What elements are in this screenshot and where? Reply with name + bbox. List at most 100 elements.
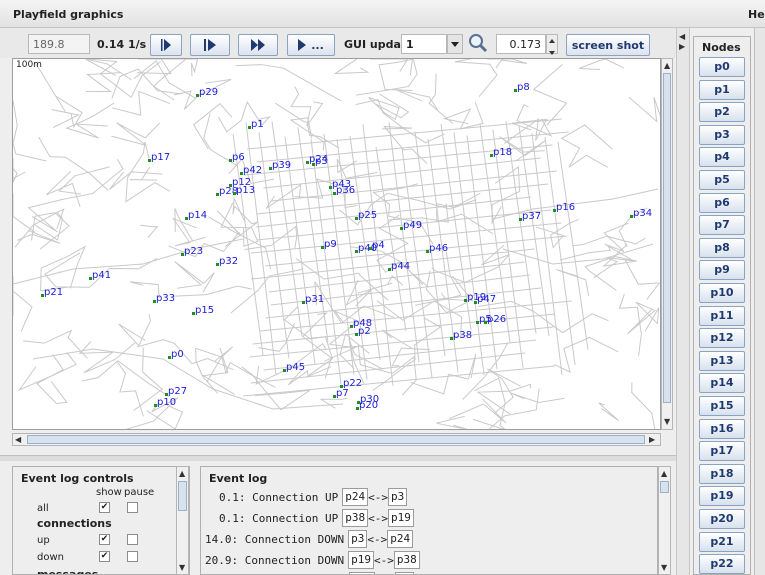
collapse-left-icon[interactable]: ◀	[679, 32, 685, 42]
node-button-p13[interactable]: p13	[699, 350, 745, 371]
log-scroll-thumb[interactable]	[660, 481, 669, 493]
node-label[interactable]: p47	[477, 294, 496, 305]
node-label[interactable]: p4	[372, 240, 385, 251]
scroll-up-icon[interactable]: ▲	[664, 61, 670, 71]
event-log-node-b[interactable]: p19	[387, 509, 414, 527]
node-label[interactable]: p25	[358, 210, 377, 221]
gui-update-dropdown[interactable]	[447, 34, 463, 54]
show-down-checkbox[interactable]: ✔	[99, 551, 110, 562]
node-label[interactable]: p16	[556, 202, 575, 213]
node-label[interactable]: p2	[358, 326, 371, 337]
node-button-p21[interactable]: p21	[699, 531, 745, 552]
scroll-down-icon[interactable]: ▼	[179, 563, 185, 573]
node-button-p19[interactable]: p19	[699, 486, 745, 507]
playfield-map[interactable]: 100m p29 p8 p1 p17 p6 p42 p39 p24 p3 p18 p12 p28 p13…	[12, 58, 661, 430]
node-button-p12[interactable]: p12	[699, 328, 745, 349]
event-log-node-b[interactable]: p24	[387, 530, 414, 548]
scroll-up-icon[interactable]: ▲	[179, 469, 185, 479]
play-button[interactable]	[150, 34, 182, 56]
map-horizontal-scrollbar[interactable]: ◀ ▶	[12, 433, 661, 446]
node-label[interactable]: p36	[336, 185, 355, 196]
node-button-p1[interactable]: p1	[699, 79, 745, 100]
node-label[interactable]: p34	[633, 208, 652, 219]
node-button-p4[interactable]: p4	[699, 147, 745, 168]
collapse-right-icon[interactable]: ▶	[679, 42, 685, 52]
node-label[interactable]: p13	[236, 185, 255, 196]
controls-scroll-thumb[interactable]	[178, 481, 187, 511]
node-label[interactable]: p9	[324, 239, 337, 250]
node-label[interactable]: p32	[219, 256, 238, 267]
node-label[interactable]: p0	[171, 349, 184, 360]
node-label[interactable]: p41	[92, 270, 111, 281]
node-button-p5[interactable]: p5	[699, 170, 745, 190]
map-horizontal-scroll-thumb[interactable]	[27, 435, 645, 444]
node-label[interactable]: p33	[156, 293, 175, 304]
node-label[interactable]: p21	[44, 287, 63, 298]
event-log-scrollbar[interactable]: ▲ ▼	[658, 466, 671, 575]
node-button-p16[interactable]: p16	[699, 418, 745, 439]
map-vertical-scroll-thumb[interactable]	[663, 73, 671, 403]
fast-forward-to-button[interactable]: ...	[287, 34, 335, 56]
scroll-right-icon[interactable]: ▶	[649, 435, 655, 445]
node-label[interactable]: p3	[315, 156, 328, 167]
event-log-controls-scrollbar[interactable]: ▲ ▼	[176, 466, 189, 575]
event-log-node-a[interactable]: p24	[342, 488, 369, 506]
node-label[interactable]: p31	[305, 294, 324, 305]
node-label[interactable]: p44	[391, 261, 410, 272]
node-button-p0[interactable]: p0	[699, 57, 745, 77]
node-button-p10[interactable]: p10	[699, 283, 745, 303]
side-splitter[interactable]: ◀ ▶	[676, 28, 690, 575]
event-log-node-b[interactable]: p3	[387, 488, 408, 506]
pause-down-checkbox[interactable]	[127, 551, 138, 562]
scroll-down-icon[interactable]: ▼	[664, 417, 670, 427]
fast-forward-button[interactable]	[238, 34, 278, 56]
gui-update-select[interactable]: 1	[401, 34, 447, 54]
zoom-icon[interactable]	[468, 33, 488, 56]
node-label[interactable]: p14	[188, 210, 207, 221]
node-button-p11[interactable]: p11	[699, 305, 745, 326]
node-button-p7[interactable]: p7	[699, 215, 745, 236]
scroll-up-icon[interactable]: ▲	[661, 469, 667, 479]
node-label[interactable]: p15	[195, 305, 214, 316]
node-label[interactable]: p8	[517, 82, 530, 93]
scroll-down-icon[interactable]: ▼	[661, 563, 667, 573]
node-label[interactable]: p29	[199, 87, 218, 98]
node-label[interactable]: p49	[403, 220, 422, 231]
pause-all-checkbox[interactable]	[127, 502, 138, 513]
node-label[interactable]: p17	[151, 152, 170, 163]
node-label[interactable]: p45	[286, 362, 305, 373]
node-label[interactable]: p6	[232, 152, 245, 163]
node-label[interactable]: p38	[453, 330, 472, 341]
node-label[interactable]: p37	[522, 211, 541, 222]
event-log-node-a[interactable]: p38	[342, 509, 369, 527]
node-label[interactable]: p20	[359, 400, 378, 411]
node-button-p18[interactable]: p18	[699, 463, 745, 484]
node-button-p22[interactable]: p22	[699, 554, 745, 575]
event-log-node-b[interactable]: p38	[393, 551, 420, 569]
node-button-p6[interactable]: p6	[699, 192, 745, 213]
node-button-p9[interactable]: p9	[699, 260, 745, 281]
node-button-p14[interactable]: p14	[699, 373, 745, 394]
show-up-checkbox[interactable]: ✔	[99, 534, 110, 545]
step-button[interactable]	[190, 34, 230, 56]
map-vertical-scrollbar[interactable]: ▲ ▼	[661, 58, 673, 430]
zoom-spinner[interactable]	[546, 34, 558, 55]
node-button-p8[interactable]: p8	[699, 237, 745, 258]
scroll-left-icon[interactable]: ◀	[15, 435, 21, 445]
split-pane-divider[interactable]	[0, 455, 680, 461]
show-all-checkbox[interactable]: ✔	[99, 502, 110, 513]
node-label[interactable]: p42	[243, 165, 262, 176]
node-button-p15[interactable]: p15	[699, 396, 745, 416]
event-log-node-a[interactable]: p19	[348, 551, 374, 569]
node-label[interactable]: p26	[487, 314, 506, 325]
node-label[interactable]: p7	[336, 388, 349, 399]
node-button-p17[interactable]: p17	[699, 441, 745, 462]
node-label[interactable]: p27	[168, 386, 187, 397]
zoom-input[interactable]: 0.173	[496, 34, 546, 54]
node-button-p20[interactable]: p20	[699, 509, 745, 529]
node-label[interactable]: p39	[272, 160, 291, 171]
node-label[interactable]: p23	[184, 246, 203, 257]
help-menu[interactable]: Hel	[748, 8, 765, 21]
screenshot-button[interactable]: screen shot	[566, 34, 650, 56]
node-label[interactable]: p18	[493, 147, 512, 158]
